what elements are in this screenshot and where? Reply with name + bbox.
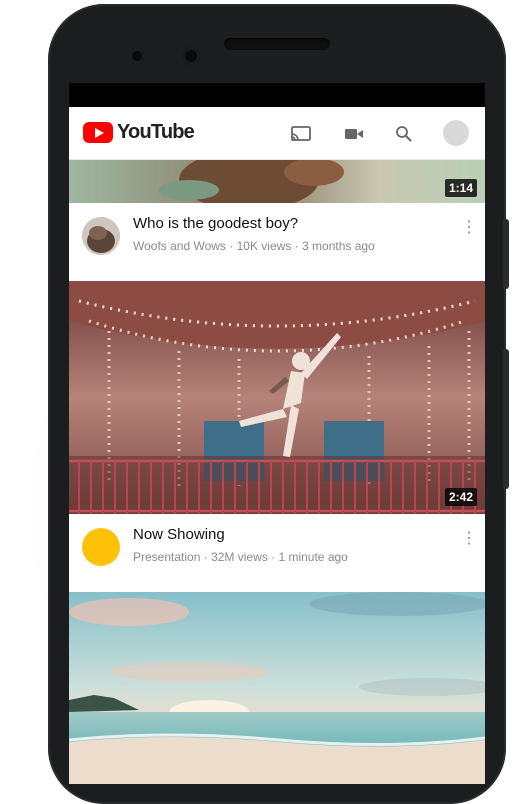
- status-bar: [69, 83, 485, 107]
- video-title[interactable]: Who is the goodest boy?: [133, 215, 298, 232]
- more-options-icon[interactable]: ⋮: [461, 217, 477, 237]
- video-duration-badge: 2:42: [444, 488, 477, 506]
- channel-name[interactable]: Presentation: [133, 550, 200, 564]
- video-title[interactable]: Now Showing: [133, 526, 225, 543]
- earpiece-speaker: [224, 38, 330, 50]
- cast-icon[interactable]: [288, 121, 314, 147]
- phone-screen: YouTube 1:14 Who is the goodest boy? Woo…: [69, 83, 485, 784]
- more-options-icon[interactable]: ⋮: [461, 528, 477, 548]
- video-camera-icon[interactable]: [341, 121, 367, 147]
- video-subtitle: Woofs and Wows · 10K views · 3 months ag…: [133, 239, 375, 253]
- logo-text: YouTube: [117, 121, 195, 143]
- video-duration-badge: 1:14: [444, 179, 477, 197]
- front-camera: [182, 47, 200, 65]
- upload-age: 3 months ago: [302, 239, 375, 253]
- video-thumbnail-1[interactable]: 1:14: [69, 160, 485, 203]
- side-button-volume: [503, 349, 509, 489]
- app-bar: YouTube: [69, 107, 485, 160]
- view-count: 10K views: [236, 239, 292, 253]
- channel-avatar[interactable]: [82, 217, 120, 255]
- account-avatar[interactable]: [443, 120, 469, 146]
- video-thumbnail-3[interactable]: [69, 592, 485, 784]
- video-subtitle: Presentation · 32M views · 1 minute ago: [133, 550, 348, 564]
- video-meta-1[interactable]: Who is the goodest boy? Woofs and Wows ·…: [69, 203, 485, 281]
- channel-avatar[interactable]: [82, 528, 120, 566]
- youtube-logo[interactable]: YouTube: [83, 121, 195, 144]
- search-icon[interactable]: [391, 121, 417, 147]
- video-thumbnail-2[interactable]: 2:42: [69, 281, 485, 514]
- upload-age: 1 minute ago: [278, 550, 348, 564]
- play-logo-icon: [83, 122, 113, 143]
- proximity-sensor: [132, 51, 142, 61]
- side-button-top: [503, 219, 509, 289]
- channel-name[interactable]: Woofs and Wows: [133, 239, 226, 253]
- video-meta-2[interactable]: Now Showing Presentation · 32M views · 1…: [69, 514, 485, 592]
- view-count: 32M views: [211, 550, 268, 564]
